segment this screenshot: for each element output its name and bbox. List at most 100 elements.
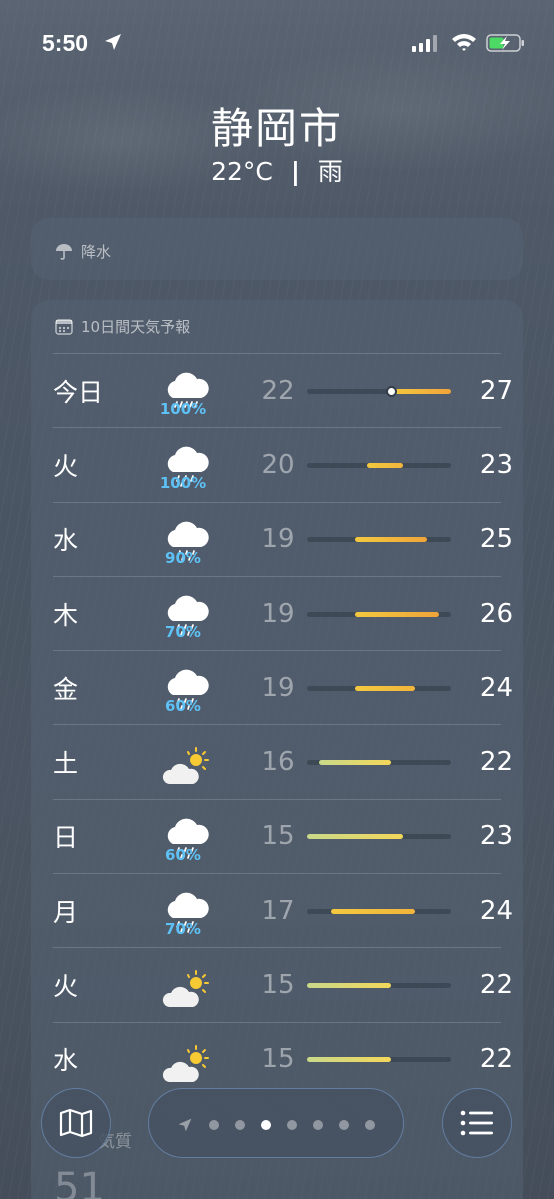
temperature-range-track	[307, 834, 451, 840]
location-arrow-icon[interactable]	[177, 1117, 193, 1137]
page-dot[interactable]	[287, 1120, 297, 1130]
low-temperature: 19	[261, 598, 295, 629]
forecast-day: 今日	[53, 377, 104, 407]
forecast-day: 日	[53, 823, 79, 853]
forecast-row[interactable]: 月 70% 17 24	[53, 873, 513, 947]
city-name: 静岡市	[210, 104, 343, 153]
precipitation-header: 降水	[55, 241, 111, 262]
low-temperature: 15	[261, 821, 295, 852]
temperature-range-bar	[355, 537, 427, 543]
low-temperature: 17	[261, 895, 295, 926]
temperature-range-track	[307, 983, 451, 989]
low-temperature: 19	[261, 672, 295, 703]
forecast-row[interactable]: 今日 100% 22 27	[53, 353, 513, 427]
temperature-range-track	[307, 537, 451, 543]
location-list-button[interactable]	[442, 1088, 512, 1158]
current-temperature-marker	[386, 385, 397, 397]
high-temperature: 23	[479, 821, 513, 852]
forecast-row[interactable]: 木 70% 19 26	[53, 575, 513, 650]
page-dot[interactable]	[235, 1120, 245, 1130]
temperature-range-bar	[307, 1057, 391, 1063]
forecast-day: 月	[53, 897, 79, 927]
temperature-range-bar	[355, 611, 439, 617]
forecast-day: 水	[53, 526, 79, 556]
forecast-day: 水	[53, 1046, 79, 1076]
precipitation-card[interactable]: 降水	[31, 218, 523, 280]
low-temperature: 15	[261, 970, 295, 1001]
high-temperature: 22	[479, 1044, 513, 1075]
temperature-range-track	[307, 1057, 451, 1063]
forecast-rows: 今日 100% 22 27 火 100% 20 23 水 90% 19 25 木 70% 19 26 金 60% 1…	[31, 353, 523, 1096]
temperature-range-track	[307, 908, 451, 914]
precipitation-chance: 60%	[165, 845, 201, 864]
page-dot[interactable]	[339, 1120, 349, 1130]
partly-sunny-icon	[161, 742, 221, 798]
forecast-day: 金	[53, 674, 79, 704]
ten-day-forecast-card: 10日間天気予報 今日 100% 22 27 火 100% 20 23 水 90% 19 25 木 70%…	[31, 300, 523, 1199]
current-summary: 22°C | 雨	[0, 152, 554, 188]
location-arrow-icon	[103, 32, 123, 56]
precipitation-chance: 70%	[165, 622, 201, 641]
high-temperature: 23	[479, 449, 513, 480]
wifi-icon	[451, 32, 477, 56]
temperature-range-track	[307, 462, 451, 468]
forecast-title: 10日間天気予報	[81, 318, 191, 336]
current-temperature: 22°C	[211, 157, 273, 186]
precipitation-chance: 60%	[165, 697, 201, 716]
precipitation-chance: 100%	[159, 474, 207, 493]
low-temperature: 19	[261, 524, 295, 555]
temperature-range-bar	[355, 685, 415, 691]
list-icon	[460, 1110, 494, 1136]
high-temperature: 22	[479, 747, 513, 778]
forecast-header: 10日間天気予報	[55, 316, 190, 337]
forecast-row[interactable]: 火 100% 20 23	[53, 427, 513, 501]
high-temperature: 24	[479, 895, 513, 926]
temperature-range-bar	[367, 462, 403, 468]
bottom-toolbar: 気質 51	[0, 1080, 554, 1199]
low-temperature: 16	[261, 747, 295, 778]
temperature-range-track	[307, 611, 451, 617]
summary-separator: |	[290, 157, 300, 186]
precipitation-chance: 90%	[165, 548, 201, 567]
status-time: 5:50	[42, 30, 89, 56]
low-temperature: 15	[261, 1044, 295, 1075]
forecast-day: 木	[53, 600, 79, 630]
high-temperature: 26	[479, 598, 513, 629]
forecast-row[interactable]: 土 16 22	[53, 724, 513, 798]
temperature-range-track	[307, 685, 451, 691]
page-dot[interactable]	[365, 1120, 375, 1130]
forecast-day: 土	[53, 749, 79, 779]
forecast-day: 火	[53, 972, 79, 1002]
status-bar: 5:50	[0, 0, 554, 90]
forecast-row[interactable]: 日 60% 15 23	[53, 798, 513, 873]
low-temperature: 20	[261, 449, 295, 480]
page-dot[interactable]	[209, 1120, 219, 1130]
high-temperature: 27	[479, 375, 513, 406]
high-temperature: 25	[479, 524, 513, 555]
page-dot[interactable]	[313, 1120, 323, 1130]
temperature-range-bar	[391, 388, 451, 394]
map-icon	[59, 1108, 93, 1138]
forecast-day: 火	[53, 451, 79, 481]
precipitation-title: 降水	[81, 243, 112, 261]
page-indicator[interactable]	[148, 1088, 404, 1158]
temperature-range-track	[307, 385, 451, 397]
temperature-range-bar	[331, 908, 415, 914]
temperature-range-bar	[319, 760, 391, 766]
air-quality-value: 51	[54, 1165, 105, 1199]
forecast-row[interactable]: 金 60% 19 24	[53, 650, 513, 724]
partly-sunny-icon	[161, 965, 221, 1021]
forecast-row[interactable]: 水 90% 19 25	[53, 501, 513, 576]
umbrella-icon	[55, 243, 73, 261]
high-temperature: 22	[479, 970, 513, 1001]
precipitation-chance: 70%	[165, 920, 201, 939]
forecast-row[interactable]: 火 15 22	[53, 947, 513, 1021]
temperature-range-track	[307, 760, 451, 766]
page-dot[interactable]	[261, 1120, 271, 1130]
calendar-icon	[55, 318, 73, 335]
temperature-range-bar	[307, 983, 391, 989]
current-condition: 雨	[317, 157, 343, 186]
signal-icon	[412, 34, 440, 56]
high-temperature: 24	[479, 672, 513, 703]
map-button[interactable]	[41, 1088, 111, 1158]
